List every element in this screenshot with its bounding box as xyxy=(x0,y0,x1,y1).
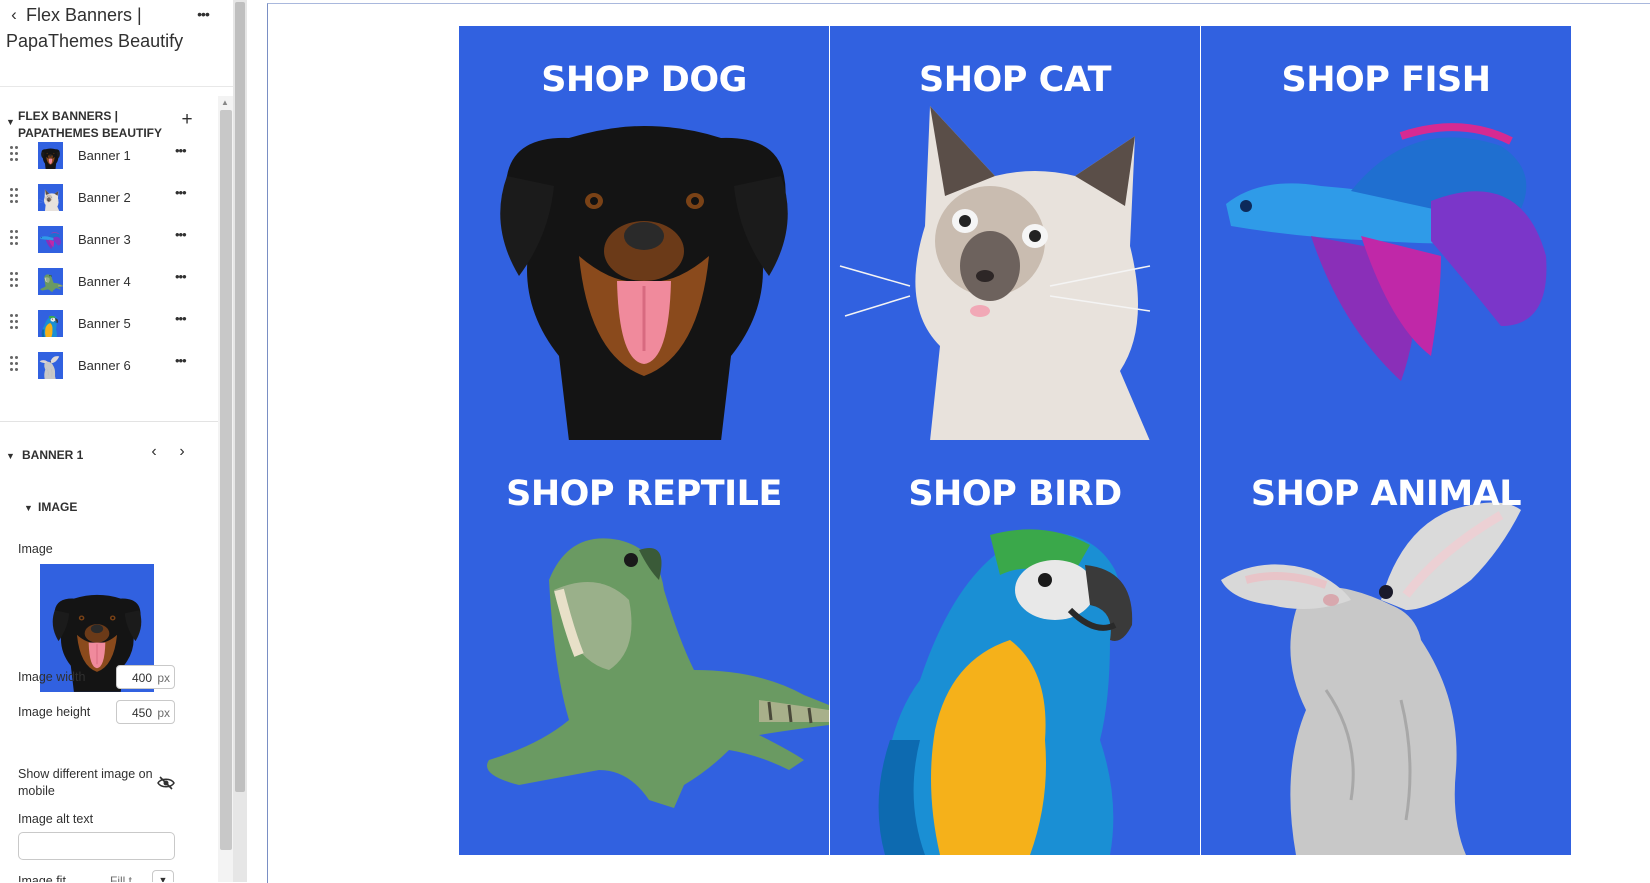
drag-handle-icon[interactable] xyxy=(10,230,18,246)
banner-dog[interactable]: SHOP DOG xyxy=(459,26,829,441)
add-block-button[interactable]: + xyxy=(179,109,195,130)
fish-thumbnail xyxy=(38,226,63,253)
banner-title: SHOP REPTILE xyxy=(506,474,782,514)
more-horizontal-icon: ••• xyxy=(175,269,187,284)
caret-down-icon[interactable]: ▼ xyxy=(24,503,33,513)
drag-handle-icon[interactable] xyxy=(10,272,18,288)
scrollbar-thumb[interactable] xyxy=(235,2,245,792)
drag-handle-icon[interactable] xyxy=(10,314,18,330)
banner-title: SHOP CAT xyxy=(918,60,1112,100)
alt-text-label: Image alt text xyxy=(18,812,94,826)
divider xyxy=(0,421,218,422)
block-item[interactable]: Banner 1 ••• xyxy=(0,134,218,178)
mobile-image-label: Show different image on mobile xyxy=(18,767,153,798)
banner-fish[interactable]: SHOP FISH xyxy=(1201,26,1571,441)
banner-animal[interactable]: SHOP ANIMAL xyxy=(1201,440,1571,855)
block-item[interactable]: Banner 3 ••• xyxy=(0,218,218,262)
reptile-thumbnail xyxy=(38,268,63,295)
more-horizontal-icon: ••• xyxy=(175,143,187,158)
more-horizontal-icon: ••• xyxy=(175,227,187,242)
block-item[interactable]: Banner 6 ••• xyxy=(0,344,218,388)
image-group-title[interactable]: IMAGE xyxy=(38,500,77,514)
alt-text-input[interactable] xyxy=(18,832,175,860)
image-width-value: 400 xyxy=(131,671,152,685)
banner-bird[interactable]: SHOP BIRD xyxy=(830,440,1200,855)
image-height-unit: px xyxy=(157,706,170,720)
cat-thumbnail xyxy=(38,184,63,211)
block-item[interactable]: Banner 5 ••• xyxy=(0,302,218,346)
block-more-button[interactable]: ••• xyxy=(175,227,191,245)
block-more-button[interactable]: ••• xyxy=(175,185,191,203)
caret-down-icon[interactable]: ▼ xyxy=(6,451,15,461)
image-field-label: Image xyxy=(18,542,53,556)
sidebar-title: Flex Banners | PapaThemes Beautify xyxy=(6,5,184,51)
previous-block-button[interactable]: ‹ xyxy=(147,443,161,463)
sidebar-header: ‹ Flex Banners | PapaThemes Beautify ••• xyxy=(0,0,233,87)
eye-off-icon[interactable] xyxy=(157,776,175,790)
image-height-label: Image height xyxy=(18,705,91,719)
block-more-button[interactable]: ••• xyxy=(175,311,191,329)
settings-sidebar: ‹ Flex Banners | PapaThemes Beautify •••… xyxy=(0,0,234,882)
banner-reptile[interactable]: SHOP REPTILE xyxy=(459,440,829,855)
block-label: Banner 1 xyxy=(78,148,131,163)
banner-title: SHOP DOG xyxy=(541,60,747,100)
image-width-label: Image width xyxy=(18,670,86,684)
banner-title: SHOP ANIMAL xyxy=(1250,474,1522,514)
more-horizontal-icon: ••• xyxy=(175,311,187,326)
block-label: Banner 3 xyxy=(78,232,131,247)
dog-thumbnail xyxy=(38,142,63,169)
preview-canvas: SHOP DOG SHOP CAT SHOP FISH SHOP REPTILE SHO… xyxy=(247,0,1650,883)
image-width-input[interactable]: 400 px xyxy=(116,665,175,689)
drag-handle-icon[interactable] xyxy=(10,356,18,372)
image-height-value: 450 xyxy=(131,706,152,720)
drag-handle-icon[interactable] xyxy=(10,188,18,204)
scrollbar-thumb[interactable] xyxy=(220,110,232,850)
plus-icon: + xyxy=(181,109,193,130)
chevron-right-icon: › xyxy=(179,443,185,460)
next-block-button[interactable]: › xyxy=(175,443,189,463)
sidebar-scroll-area: ▼ FLEX BANNERS | PAPATHEMES BEAUTIFY + B… xyxy=(0,96,218,882)
sidebar-scrollbar[interactable]: ▲ xyxy=(218,96,233,882)
image-fit-label: Image fit xyxy=(18,874,66,882)
banner-title: SHOP FISH xyxy=(1281,60,1491,100)
block-label: Banner 5 xyxy=(78,316,131,331)
chevron-down-icon: ▼ xyxy=(158,875,168,882)
block-more-button[interactable]: ••• xyxy=(175,143,191,161)
banner-cat[interactable]: SHOP CAT xyxy=(830,26,1200,441)
panel-scrollbar[interactable] xyxy=(233,0,247,882)
block-label: Banner 2 xyxy=(78,190,131,205)
block-settings-title[interactable]: BANNER 1 xyxy=(22,448,83,462)
bird-thumbnail xyxy=(38,310,63,337)
block-item[interactable]: Banner 2 ••• xyxy=(0,176,218,220)
caret-down-icon[interactable]: ▼ xyxy=(6,117,15,127)
image-fit-value: Fill t xyxy=(110,874,132,882)
image-fit-select[interactable]: ▼ xyxy=(152,870,174,882)
block-item[interactable]: Banner 4 ••• xyxy=(0,260,218,304)
block-more-button[interactable]: ••• xyxy=(175,269,191,287)
chevron-left-icon: ‹ xyxy=(151,443,157,460)
more-horizontal-icon: ••• xyxy=(175,185,187,200)
block-label: Banner 4 xyxy=(78,274,131,289)
more-horizontal-icon: ••• xyxy=(175,353,187,368)
rabbit-thumbnail xyxy=(38,352,63,379)
header-more-button[interactable]: ••• xyxy=(193,6,213,24)
more-horizontal-icon: ••• xyxy=(197,6,210,22)
preview-frame: SHOP DOG SHOP CAT SHOP FISH SHOP REPTILE SHO… xyxy=(267,3,1650,883)
banner-title: SHOP BIRD xyxy=(908,474,1122,514)
scroll-up-arrow-icon[interactable]: ▲ xyxy=(221,98,229,107)
block-more-button[interactable]: ••• xyxy=(175,353,191,371)
image-height-input[interactable]: 450 px xyxy=(116,700,175,724)
image-width-unit: px xyxy=(157,671,170,685)
block-label: Banner 6 xyxy=(78,358,131,373)
drag-handle-icon[interactable] xyxy=(10,146,18,162)
